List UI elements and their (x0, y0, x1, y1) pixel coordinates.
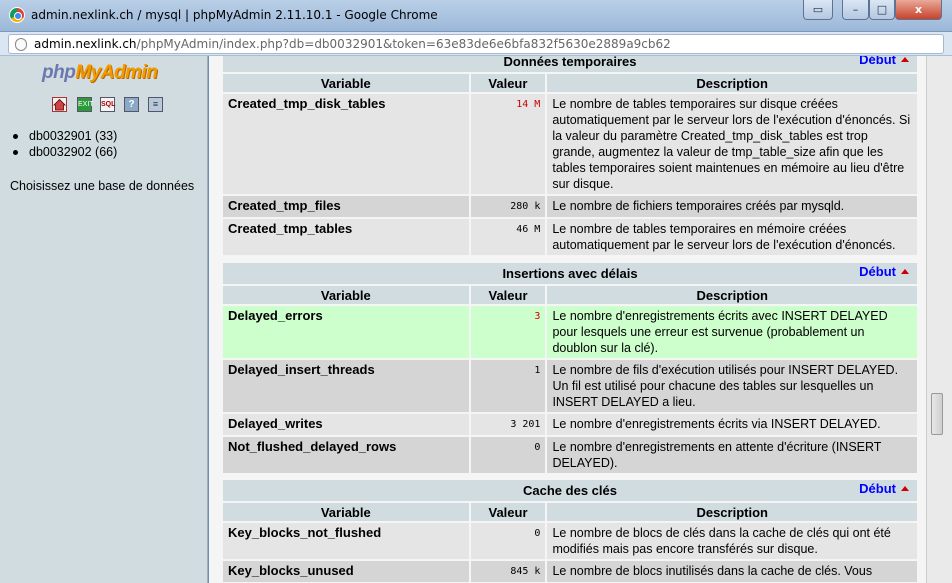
sql-icon[interactable]: SQL (100, 97, 115, 112)
debut-link-text: Début (859, 264, 896, 279)
variable-name: Delayed_errors (223, 306, 469, 358)
close-button[interactable]: x (895, 0, 942, 20)
vertical-scrollbar[interactable] (926, 56, 952, 583)
table-row: Created_tmp_files 280 k Le nombre de fic… (223, 196, 917, 217)
left-nav-frame: phpMyAdmin EXIT SQL ? ≡ db0032901 (33) d… (0, 56, 208, 583)
table-row: Not_flushed_delayed_rows 0 Le nombre d'e… (223, 437, 917, 473)
variable-name: Not_flushed_delayed_rows (223, 437, 469, 473)
variable-description: Le nombre de blocs de clés dans la cache… (547, 523, 917, 559)
exit-icon[interactable]: EXIT (77, 97, 94, 112)
address-bar: admin.nexlink.ch/phpMyAdmin/index.php?db… (0, 32, 952, 56)
variable-name: Delayed_writes (223, 414, 469, 435)
home-icon[interactable] (52, 97, 67, 112)
up-arrow-icon (901, 269, 909, 274)
variable-value: 845 k (470, 561, 546, 582)
column-header-value[interactable]: Valeur (470, 74, 546, 92)
variable-value: 46 M (470, 219, 546, 255)
variable-value: 280 k (470, 196, 546, 217)
variable-name: Created_tmp_disk_tables (223, 94, 469, 194)
variable-description: Le nombre de tables temporaires sur disq… (547, 94, 917, 194)
logo-myadmin-text: MyAdmin (75, 62, 158, 83)
variable-value: 14 M (470, 94, 546, 194)
url-host: admin.nexlink.ch (34, 37, 137, 51)
maximize-button[interactable]: □ (869, 0, 895, 20)
variable-description: Le nombre d'enregistrements écrits via I… (547, 414, 917, 435)
phpmyadmin-logo[interactable]: phpMyAdmin (42, 62, 158, 84)
url-field[interactable]: admin.nexlink.ch/phpMyAdmin/index.php?db… (8, 34, 944, 54)
debut-link[interactable]: Début (859, 56, 909, 68)
debut-link[interactable]: Début (859, 263, 909, 280)
database-link-db0032902[interactable]: db0032902 (66) (13, 144, 117, 160)
section-delayed-inserts: Insertions avec délais Début Variable Val… (221, 261, 919, 475)
docs-icon[interactable]: ≡ (148, 97, 163, 112)
debut-link[interactable]: Début (859, 480, 909, 497)
variable-name: Created_tmp_files (223, 196, 469, 217)
variable-value: 1 (470, 360, 546, 412)
section-title: Cache des clés Début (223, 480, 917, 501)
variable-description: Le nombre de tables temporaires en mémoi… (547, 219, 917, 255)
database-link-db0032901[interactable]: db0032901 (33) (13, 128, 117, 144)
table-row: Key_blocks_not_flushed 0 Le nombre de bl… (223, 523, 917, 559)
variable-value: 3 201 (470, 414, 546, 435)
variable-value: 3 (470, 306, 546, 358)
variable-name: Key_blocks_not_flushed (223, 523, 469, 559)
logo-php-text: php (42, 62, 76, 83)
minimize-button[interactable]: – (842, 0, 869, 20)
variable-description: Le nombre de blocs inutilisés dans la ca… (547, 561, 917, 582)
url-text[interactable]: admin.nexlink.ch/phpMyAdmin/index.php?db… (34, 37, 671, 51)
table-row: Created_tmp_tables 46 M Le nombre de tab… (223, 219, 917, 255)
section-title-text: Insertions avec délais (502, 266, 638, 281)
chrome-icon (9, 7, 25, 23)
scrollbar-thumb[interactable] (931, 393, 943, 435)
variable-description: Le nombre de fichiers temporaires créés … (547, 196, 917, 217)
table-row: Delayed_insert_threads 1 Le nombre de fi… (223, 360, 917, 412)
help-icon[interactable]: ? (124, 97, 139, 112)
variable-description: Le nombre d'enregistrements écrits avec … (547, 306, 917, 358)
window-title: admin.nexlink.ch / mysql | phpMyAdmin 2.… (31, 8, 438, 22)
variable-description: Le nombre d'enregistrements en attente d… (547, 437, 917, 473)
table-row-highlighted: Delayed_errors 3 Le nombre d'enregistrem… (223, 306, 917, 358)
column-header-value[interactable]: Valeur (470, 503, 546, 521)
table-row: Created_tmp_disk_tables 14 M Le nombre d… (223, 94, 917, 194)
debut-link-text: Début (859, 481, 896, 496)
database-list: db0032901 (33) db0032902 (66) (13, 128, 117, 160)
debut-link-text: Début (859, 56, 896, 67)
column-header-description[interactable]: Description (547, 74, 917, 92)
page-icon[interactable] (15, 38, 27, 51)
variable-name: Key_blocks_unused (223, 561, 469, 582)
column-header-value[interactable]: Valeur (470, 286, 546, 304)
column-header-variable[interactable]: Variable (223, 286, 469, 304)
column-header-description[interactable]: Description (547, 286, 917, 304)
variable-value: 0 (470, 437, 546, 473)
section-title: Données temporaires Début (223, 56, 917, 72)
section-temp-data: Données temporaires Début Variable Valeur… (221, 56, 919, 257)
variable-name: Created_tmp_tables (223, 219, 469, 255)
table-row: Delayed_writes 3 201 Le nombre d'enregis… (223, 414, 917, 435)
column-header-variable[interactable]: Variable (223, 503, 469, 521)
window-extra-button[interactable]: ▭ (803, 0, 833, 20)
variable-description: Le nombre de fils d'exécution utilisés p… (547, 360, 917, 412)
up-arrow-icon (901, 57, 909, 62)
column-header-description[interactable]: Description (547, 503, 917, 521)
section-title-text: Cache des clés (523, 483, 617, 498)
section-title: Insertions avec délais Début (223, 263, 917, 284)
variable-value: 0 (470, 523, 546, 559)
section-title-text: Données temporaires (503, 56, 637, 69)
choose-database-text: Choisissez une base de données (10, 179, 195, 193)
variable-name: Delayed_insert_threads (223, 360, 469, 412)
table-row: Key_blocks_unused 845 k Le nombre de blo… (223, 561, 917, 582)
url-path: /phpMyAdmin/index.php?db=db0032901&token… (136, 37, 671, 51)
window-titlebar: admin.nexlink.ch / mysql | phpMyAdmin 2.… (0, 0, 952, 32)
up-arrow-icon (901, 486, 909, 491)
section-key-cache: Cache des clés Début Variable Valeur Desc… (221, 478, 919, 583)
main-content-frame: Données temporaires Début Variable Valeur… (209, 56, 926, 583)
column-header-variable[interactable]: Variable (223, 74, 469, 92)
